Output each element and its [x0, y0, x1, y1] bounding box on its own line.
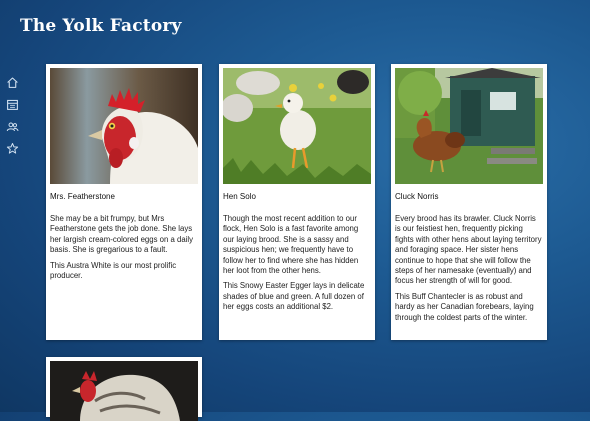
hen-name: Mrs. Featherstone [50, 192, 115, 201]
hen-card-partial[interactable] [46, 357, 202, 421]
hen-description-paragraph: Though the most recent addition to our f… [223, 214, 359, 276]
calendar-icon[interactable] [6, 98, 19, 111]
hen-description: Though the most recent addition to our f… [223, 214, 371, 318]
people-icon[interactable] [6, 120, 19, 133]
hen-photo-speckled-hen [50, 361, 198, 421]
star-icon[interactable] [6, 142, 19, 155]
hen-name: Cluck Norris [395, 192, 439, 201]
hen-card-cluck-norris[interactable]: Cluck Norris Every brood has its brawler… [391, 64, 547, 340]
hen-description-paragraph: She may be a bit frumpy, but Mrs Feather… [50, 214, 194, 255]
hen-photo-white-rooster [50, 68, 198, 184]
hen-description-paragraph: This Buff Chantecler is as robust and ha… [395, 291, 534, 322]
hen-description-paragraph: Every brood has its brawler. Cluck Norri… [395, 214, 542, 286]
hen-photo-white-chick [223, 68, 371, 184]
site-title: The Yolk Factory [20, 16, 182, 36]
home-icon[interactable] [6, 76, 19, 89]
sidebar-nav [6, 76, 20, 155]
hen-description: Every brood has its brawler. Cluck Norri… [395, 214, 543, 328]
hen-card-hen-solo[interactable]: Hen Solo Though the most recent addition… [219, 64, 375, 340]
hen-card-mrs-featherstone[interactable]: Mrs. Featherstone She may be a bit frump… [46, 64, 202, 340]
hen-description-paragraph: This Snowy Easter Egger lays in delicate… [223, 281, 365, 312]
hen-name: Hen Solo [223, 192, 256, 201]
hen-description-paragraph: This Austra White is our most prolific p… [50, 260, 177, 281]
hen-photo-buff-hen-coop [395, 68, 543, 184]
hen-description: She may be a bit frumpy, but Mrs Feather… [50, 214, 198, 286]
